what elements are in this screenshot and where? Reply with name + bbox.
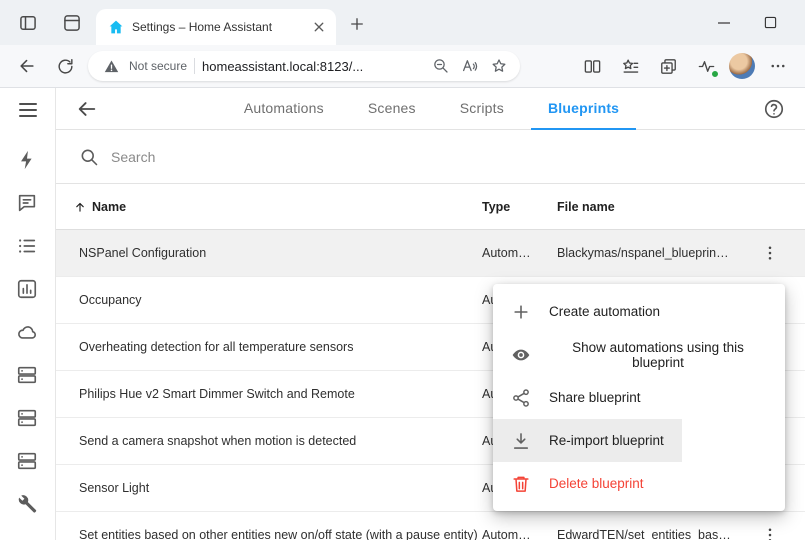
column-header-file[interactable]: File name: [557, 200, 735, 214]
favorites-icon[interactable]: [615, 51, 645, 81]
row-name: Overheating detection for all temperatur…: [56, 340, 482, 354]
workspaces-icon[interactable]: [62, 13, 82, 33]
sidebar-menu-icon[interactable]: [16, 98, 40, 122]
table-row[interactable]: Set entities based on other entities new…: [56, 512, 805, 540]
row-file: EdwardTEN/set_entities_bas…: [557, 528, 735, 540]
row-name: Sensor Light: [56, 481, 482, 495]
search-icon: [79, 147, 99, 167]
browser-tab[interactable]: Settings – Home Assistant: [96, 9, 336, 45]
row-name: Send a camera snapshot when motion is de…: [56, 434, 482, 448]
developer-tools-icon[interactable]: [16, 492, 40, 516]
row-file: Blackymas/nspanel_blueprin…: [557, 246, 735, 260]
row-name: Occupancy: [56, 293, 482, 307]
home-assistant-app: Automations Scenes Scripts Blueprints: [0, 88, 805, 540]
table-row[interactable]: NSPanel Configuration Autom… Blackymas/n…: [56, 230, 805, 277]
page-header: Automations Scenes Scripts Blueprints: [56, 88, 805, 130]
automation-tabs: Automations Scenes Scripts Blueprints: [100, 88, 763, 130]
browser-toolbar: Not secure homeassistant.local:8123/...: [0, 45, 805, 88]
hub-server-icon-2[interactable]: [16, 406, 40, 430]
row-overflow-menu-icon[interactable]: [757, 240, 783, 266]
tab-blueprints[interactable]: Blueprints: [531, 88, 636, 130]
window-controls: [701, 0, 805, 45]
search-bar: [56, 130, 805, 184]
row-name: NSPanel Configuration: [56, 246, 482, 260]
tab-label: Scripts: [460, 100, 504, 116]
todo-list-icon[interactable]: [16, 234, 40, 258]
blueprints-page: Automations Scenes Scripts Blueprints: [56, 88, 805, 540]
search-input[interactable]: [111, 149, 805, 165]
download-icon: [511, 431, 531, 451]
home-assistant-favicon: [108, 19, 124, 35]
tab-actions-icon[interactable]: [18, 13, 38, 33]
minimize-button[interactable]: [701, 0, 747, 45]
hub-server-icon-1[interactable]: [16, 363, 40, 387]
not-secure-warning-icon: [100, 55, 122, 77]
ha-sidebar: [0, 88, 56, 540]
eye-icon: [511, 345, 531, 365]
sort-ascending-icon[interactable]: [73, 200, 87, 214]
zoom-out-icon[interactable]: [430, 55, 452, 77]
profile-avatar[interactable]: [729, 53, 755, 79]
row-type: Autom…: [482, 528, 557, 540]
url-text[interactable]: homeassistant.local:8123/...: [202, 59, 423, 74]
table-header: Name Type File name: [56, 184, 805, 230]
security-label: Not secure: [129, 59, 187, 73]
page-back-icon[interactable]: [76, 97, 100, 121]
help-icon[interactable]: [763, 98, 785, 120]
read-aloud-icon[interactable]: [459, 55, 481, 77]
menu-item-label: Share blueprint: [549, 390, 641, 405]
favorite-star-icon[interactable]: [488, 55, 510, 77]
menu-item-label: Show automations using this blueprint: [549, 340, 767, 370]
address-bar[interactable]: Not secure homeassistant.local:8123/...: [88, 51, 520, 81]
menu-item-share-blueprint[interactable]: Share blueprint: [493, 376, 659, 419]
browser-window: Settings – Home Assistant: [0, 0, 805, 540]
energy-icon[interactable]: [16, 148, 40, 172]
history-chart-icon[interactable]: [16, 277, 40, 301]
browser-menu-icon[interactable]: [763, 51, 793, 81]
row-type: Autom…: [482, 246, 557, 260]
tab-automations[interactable]: Automations: [227, 88, 341, 130]
url-divider: [194, 58, 195, 74]
row-name: Philips Hue v2 Smart Dimmer Switch and R…: [56, 387, 482, 401]
row-overflow-menu-icon[interactable]: [757, 522, 783, 540]
collections-icon[interactable]: [653, 51, 683, 81]
column-header-type[interactable]: Type: [482, 200, 557, 214]
tab-scenes[interactable]: Scenes: [351, 88, 433, 130]
refresh-icon[interactable]: [50, 51, 80, 81]
menu-item-label: Create automation: [549, 304, 660, 319]
menu-item-show-automations[interactable]: Show automations using this blueprint: [493, 333, 785, 376]
menu-item-label: Delete blueprint: [549, 476, 644, 491]
tab-close-icon[interactable]: [310, 18, 328, 36]
tab-label: Blueprints: [548, 100, 619, 116]
browser-titlebar: Settings – Home Assistant: [0, 0, 805, 45]
menu-item-create-automation[interactable]: Create automation: [493, 290, 678, 333]
cloud-icon[interactable]: [16, 320, 40, 344]
row-name: Set entities based on other entities new…: [56, 528, 482, 540]
essentials-status-dot: [711, 70, 719, 78]
column-header-name[interactable]: Name: [92, 200, 126, 214]
tab-label: Automations: [244, 100, 324, 116]
hub-server-icon-3[interactable]: [16, 449, 40, 473]
trash-icon: [511, 474, 531, 494]
menu-item-label: Re-import blueprint: [549, 433, 664, 448]
plus-icon: [511, 302, 531, 322]
close-button[interactable]: [793, 0, 805, 45]
logbook-icon[interactable]: [16, 191, 40, 215]
blueprint-context-menu: Create automation Show automations using…: [493, 284, 785, 511]
share-icon: [511, 388, 531, 408]
tab-title: Settings – Home Assistant: [132, 20, 302, 34]
new-tab-button[interactable]: [348, 15, 366, 33]
maximize-button[interactable]: [747, 0, 793, 45]
tab-label: Scenes: [368, 100, 416, 116]
split-screen-icon[interactable]: [577, 51, 607, 81]
tab-scripts[interactable]: Scripts: [443, 88, 521, 130]
menu-item-delete-blueprint[interactable]: Delete blueprint: [493, 462, 662, 505]
back-icon[interactable]: [12, 51, 42, 81]
menu-item-reimport-blueprint[interactable]: Re-import blueprint: [493, 419, 682, 462]
